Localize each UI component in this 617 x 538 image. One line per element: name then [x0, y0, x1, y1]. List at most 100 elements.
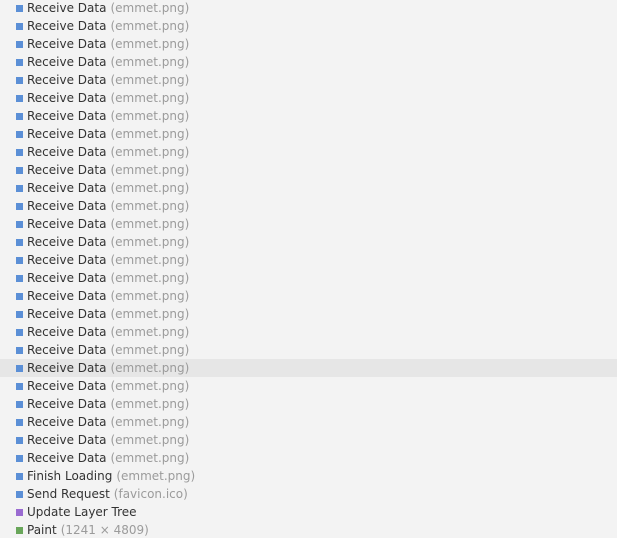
loading-category-icon: [16, 220, 23, 228]
loading-category-icon: [16, 166, 23, 174]
timeline-record-row[interactable]: Receive Data (emmet.png): [0, 449, 617, 467]
timeline-record-row[interactable]: Receive Data (emmet.png): [0, 395, 617, 413]
loading-category-icon: [16, 472, 23, 480]
timeline-record-row[interactable]: Receive Data (emmet.png): [0, 413, 617, 431]
record-title: Receive Data: [27, 199, 107, 213]
timeline-record-row[interactable]: Receive Data (emmet.png): [0, 269, 617, 287]
record-detail: (emmet.png): [110, 343, 190, 357]
loading-category-icon: [16, 40, 23, 48]
record-detail: (emmet.png): [110, 271, 190, 285]
loading-category-icon: [16, 76, 23, 84]
loading-category-icon: [16, 328, 23, 336]
record-detail: (emmet.png): [110, 235, 190, 249]
record-title: Receive Data: [27, 127, 107, 141]
timeline-record-row[interactable]: Receive Data (emmet.png): [0, 233, 617, 251]
timeline-record-row[interactable]: Receive Data (emmet.png): [0, 0, 617, 17]
record-title: Receive Data: [27, 1, 107, 15]
rendering-category-icon: [16, 508, 23, 516]
record-detail: (emmet.png): [110, 55, 190, 69]
timeline-record-row[interactable]: Receive Data (emmet.png): [0, 215, 617, 233]
record-title: Receive Data: [27, 343, 107, 357]
loading-category-icon: [16, 112, 23, 120]
record-detail: (emmet.png): [110, 73, 190, 87]
loading-category-icon: [16, 382, 23, 390]
record-detail: (emmet.png): [110, 289, 190, 303]
record-title: Receive Data: [27, 361, 107, 375]
record-detail: (emmet.png): [110, 325, 190, 339]
timeline-records-list: Receive Data (emmet.png) Receive Data (emme…: [0, 0, 617, 538]
record-title: Paint: [27, 523, 57, 537]
loading-category-icon: [16, 148, 23, 156]
record-detail: (emmet.png): [110, 253, 190, 267]
timeline-record-row[interactable]: Receive Data (emmet.png): [0, 35, 617, 53]
record-title: Receive Data: [27, 235, 107, 249]
timeline-record-row[interactable]: Send Request (favicon.ico): [0, 485, 617, 503]
loading-category-icon: [16, 292, 23, 300]
timeline-record-row[interactable]: Receive Data (emmet.png): [0, 179, 617, 197]
painting-category-icon: [16, 526, 23, 534]
timeline-record-row[interactable]: Receive Data (emmet.png): [0, 305, 617, 323]
loading-category-icon: [16, 490, 23, 498]
timeline-record-row[interactable]: Receive Data (emmet.png): [0, 359, 617, 377]
record-detail: (emmet.png): [110, 361, 190, 375]
timeline-record-row[interactable]: Receive Data (emmet.png): [0, 71, 617, 89]
record-detail: (emmet.png): [110, 109, 190, 123]
timeline-record-row[interactable]: Receive Data (emmet.png): [0, 197, 617, 215]
record-title: Receive Data: [27, 325, 107, 339]
record-detail: (emmet.png): [110, 307, 190, 321]
record-title: Receive Data: [27, 181, 107, 195]
loading-category-icon: [16, 202, 23, 210]
timeline-record-row[interactable]: Receive Data (emmet.png): [0, 53, 617, 71]
timeline-record-row[interactable]: Receive Data (emmet.png): [0, 125, 617, 143]
record-detail: (emmet.png): [110, 91, 190, 105]
record-title: Receive Data: [27, 397, 107, 411]
record-detail: (emmet.png): [110, 181, 190, 195]
record-detail: (emmet.png): [110, 415, 190, 429]
record-title: Receive Data: [27, 451, 107, 465]
record-detail: (favicon.ico): [113, 487, 188, 501]
timeline-record-row[interactable]: Receive Data (emmet.png): [0, 323, 617, 341]
record-detail: (emmet.png): [110, 37, 190, 51]
timeline-record-row[interactable]: Finish Loading (emmet.png): [0, 467, 617, 485]
timeline-record-row[interactable]: Receive Data (emmet.png): [0, 17, 617, 35]
record-title: Receive Data: [27, 415, 107, 429]
record-detail: (emmet.png): [116, 469, 196, 483]
record-title: Send Request: [27, 487, 110, 501]
timeline-record-row[interactable]: Receive Data (emmet.png): [0, 431, 617, 449]
loading-category-icon: [16, 130, 23, 138]
record-detail: (emmet.png): [110, 199, 190, 213]
loading-category-icon: [16, 400, 23, 408]
loading-category-icon: [16, 238, 23, 246]
loading-category-icon: [16, 454, 23, 462]
record-detail: (emmet.png): [110, 145, 190, 159]
record-detail: (emmet.png): [110, 379, 190, 393]
timeline-record-row[interactable]: Receive Data (emmet.png): [0, 287, 617, 305]
record-title: Receive Data: [27, 289, 107, 303]
timeline-record-row[interactable]: Receive Data (emmet.png): [0, 107, 617, 125]
record-title: Receive Data: [27, 73, 107, 87]
record-title: Update Layer Tree: [27, 505, 137, 519]
record-title: Receive Data: [27, 163, 107, 177]
record-detail: (1241 × 4809): [60, 523, 149, 537]
record-detail: (emmet.png): [110, 127, 190, 141]
timeline-record-row[interactable]: Receive Data (emmet.png): [0, 161, 617, 179]
record-title: Receive Data: [27, 253, 107, 267]
loading-category-icon: [16, 274, 23, 282]
timeline-record-row[interactable]: Update Layer Tree: [0, 503, 617, 521]
record-title: Receive Data: [27, 307, 107, 321]
record-detail: (emmet.png): [110, 217, 190, 231]
record-detail: (emmet.png): [110, 451, 190, 465]
timeline-record-row[interactable]: Receive Data (emmet.png): [0, 143, 617, 161]
loading-category-icon: [16, 58, 23, 66]
record-title: Finish Loading: [27, 469, 113, 483]
record-title: Receive Data: [27, 19, 107, 33]
loading-category-icon: [16, 4, 23, 12]
timeline-record-row[interactable]: Receive Data (emmet.png): [0, 377, 617, 395]
timeline-record-row[interactable]: Receive Data (emmet.png): [0, 89, 617, 107]
timeline-record-row[interactable]: Receive Data (emmet.png): [0, 341, 617, 359]
record-detail: (emmet.png): [110, 163, 190, 177]
timeline-record-row[interactable]: Receive Data (emmet.png): [0, 251, 617, 269]
record-title: Receive Data: [27, 55, 107, 69]
loading-category-icon: [16, 346, 23, 354]
timeline-record-row[interactable]: Paint (1241 × 4809): [0, 521, 617, 538]
